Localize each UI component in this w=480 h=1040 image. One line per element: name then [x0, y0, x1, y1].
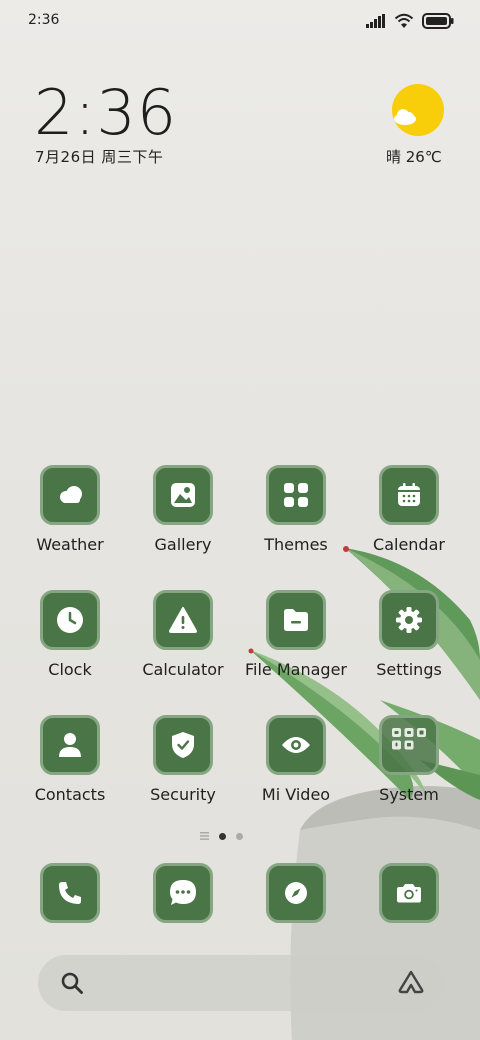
- app-label: Themes: [264, 535, 328, 554]
- dock-camera[interactable]: [354, 863, 464, 925]
- themes-icon: [266, 465, 326, 525]
- page-indicator[interactable]: [200, 830, 243, 842]
- app-calendar[interactable]: Calendar: [354, 465, 464, 565]
- clock-widget-time[interactable]: 2:36: [34, 76, 177, 149]
- app-label: Settings: [376, 660, 442, 679]
- phone-icon: [40, 863, 100, 923]
- gallery-icon: [153, 465, 213, 525]
- app-label: Calculator: [142, 660, 224, 679]
- app-label: Weather: [36, 535, 104, 554]
- page-dot-active: [219, 832, 226, 840]
- battery-icon: [422, 13, 454, 29]
- status-icons: [366, 12, 454, 30]
- status-bar: 2:36: [0, 0, 480, 42]
- mi-video-icon: [266, 715, 326, 775]
- app-gallery[interactable]: Gallery: [128, 465, 238, 565]
- camera-icon: [379, 863, 439, 923]
- weather-widget-text: 晴 26℃: [386, 148, 442, 166]
- search-icon: [61, 972, 83, 994]
- app-label: Gallery: [154, 535, 212, 554]
- calendar-icon: [379, 465, 439, 525]
- app-weather[interactable]: Weather: [15, 465, 125, 565]
- app-security[interactable]: Security: [128, 715, 238, 815]
- app-label: System: [379, 785, 439, 804]
- contacts-icon: [40, 715, 100, 775]
- browser-icon: [266, 863, 326, 923]
- app-clock[interactable]: Clock: [15, 590, 125, 690]
- folder-icon: [379, 715, 439, 775]
- clock-widget-date: 7月26日 周三下午: [35, 148, 164, 166]
- app-contacts[interactable]: Contacts: [15, 715, 125, 815]
- app-drawer-lines-icon: [200, 832, 209, 840]
- settings-icon: [379, 590, 439, 650]
- assistant-icon[interactable]: [397, 969, 425, 995]
- calculator-icon: [153, 590, 213, 650]
- dock-messages[interactable]: [128, 863, 238, 925]
- app-label: Clock: [48, 660, 92, 679]
- status-time: 2:36: [28, 12, 60, 28]
- security-icon: [153, 715, 213, 775]
- wifi-icon: [394, 13, 414, 28]
- search-bar[interactable]: [38, 955, 443, 1011]
- app-label: Calendar: [373, 535, 445, 554]
- signal-icon: [366, 14, 385, 28]
- clock-icon: [40, 590, 100, 650]
- app-label: File Manager: [245, 660, 347, 679]
- dock-browser[interactable]: [241, 863, 351, 925]
- file-manager-icon: [266, 590, 326, 650]
- messages-icon: [153, 863, 213, 923]
- app-folder-system[interactable]: System: [354, 715, 464, 815]
- app-themes[interactable]: Themes: [241, 465, 351, 565]
- app-mi-video[interactable]: Mi Video: [241, 715, 351, 815]
- app-label: Security: [150, 785, 216, 804]
- weather-icon: [40, 465, 100, 525]
- app-label: Mi Video: [261, 785, 331, 804]
- app-settings[interactable]: Settings: [354, 590, 464, 690]
- dock-phone[interactable]: [15, 863, 125, 925]
- app-calculator[interactable]: Calculator: [128, 590, 238, 690]
- sun-cloud-icon[interactable]: [392, 84, 444, 136]
- app-file-manager[interactable]: File Manager: [241, 590, 351, 690]
- page-dot: [236, 832, 243, 840]
- app-label: Contacts: [34, 785, 106, 804]
